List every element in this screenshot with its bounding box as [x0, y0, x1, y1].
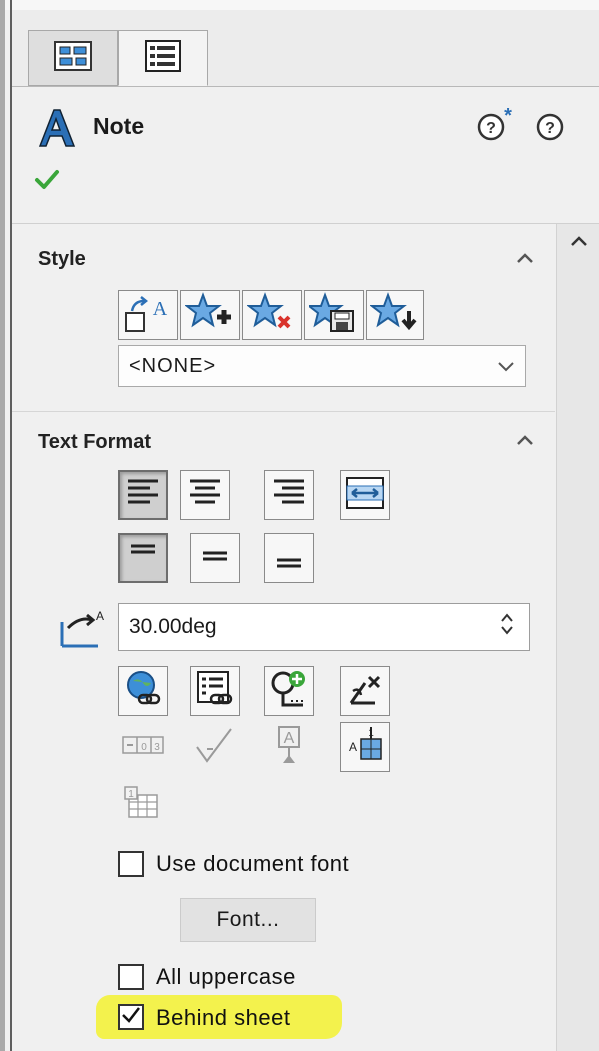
ok-checkmark-icon[interactable]	[34, 168, 60, 195]
insert-hyperlink-button[interactable]	[118, 666, 168, 716]
tab-property-manager[interactable]	[118, 30, 208, 86]
behind-sheet-label: Behind sheet	[156, 1005, 291, 1030]
svg-text:?: ?	[486, 120, 496, 137]
align-top-button[interactable]	[118, 533, 168, 583]
chevron-up-icon	[570, 234, 588, 252]
load-style-icon	[369, 291, 420, 340]
align-right-icon	[271, 477, 307, 514]
all-uppercase-label: All uppercase	[156, 964, 296, 989]
stack-note-icon: A 1	[345, 725, 385, 770]
vertical-scrollbar[interactable]	[556, 224, 599, 1051]
load-style-button[interactable]	[366, 290, 424, 340]
window-left-edge	[0, 0, 5, 1051]
panel-title: Note	[93, 113, 145, 139]
align-top-icon	[125, 540, 161, 577]
insert-gtol-icon: 0 3	[121, 733, 165, 762]
chevron-down-icon	[497, 356, 515, 379]
svg-text:0: 0	[141, 742, 147, 753]
delete-style-button[interactable]	[242, 290, 302, 340]
apply-default-style-icon: A	[122, 291, 174, 340]
insert-hyperlink-icon	[123, 669, 163, 714]
svg-text:A: A	[96, 609, 104, 623]
font-button[interactable]: Font...	[180, 898, 316, 942]
text-format-collapse-button[interactable]	[510, 431, 540, 453]
svg-text:*: *	[504, 108, 512, 127]
align-left-button[interactable]	[118, 470, 168, 520]
style-section-title: Style	[38, 248, 86, 270]
add-symbol-button[interactable]	[264, 666, 314, 716]
align-bottom-icon	[271, 540, 307, 577]
svg-text:?: ?	[545, 120, 555, 137]
add-symbol-icon	[269, 669, 309, 714]
insert-surface-finish-icon	[193, 725, 237, 770]
align-bottom-button[interactable]	[264, 533, 314, 583]
align-center-button[interactable]	[180, 470, 230, 520]
property-manager-icon	[145, 39, 181, 77]
style-select[interactable]: <NONE>	[118, 345, 526, 387]
apply-default-style-button[interactable]: A	[118, 290, 178, 340]
style-select-value: <NONE>	[129, 354, 217, 377]
whats-new-help-icon[interactable]: ? *	[476, 105, 516, 147]
save-style-button[interactable]	[304, 290, 364, 340]
text-angle-value: 30.00deg	[129, 615, 217, 638]
align-left-icon	[125, 477, 161, 514]
add-style-icon	[184, 291, 235, 340]
stack-note-button[interactable]: A 1	[340, 722, 390, 772]
section-divider	[12, 411, 555, 412]
text-angle-icon: A	[58, 608, 108, 653]
insert-gtol-button[interactable]: 0 3	[118, 722, 168, 772]
tab-feature-tree[interactable]	[28, 30, 118, 86]
window-top-strip	[0, 0, 599, 10]
save-style-icon	[306, 291, 359, 340]
insert-datum-feature-button[interactable]: A	[264, 722, 314, 772]
note-a-icon	[36, 108, 76, 153]
text-angle-input[interactable]: 30.00deg	[118, 603, 530, 651]
use-document-font-label: Use document font	[156, 851, 350, 876]
lock-unlock-note-button[interactable]	[340, 666, 390, 716]
use-document-font-checkbox[interactable]	[118, 851, 144, 877]
chevron-up-icon	[516, 433, 534, 451]
insert-datum-feature-icon: A	[269, 723, 309, 772]
link-to-property-button[interactable]	[190, 666, 240, 716]
lock-unlock-note-icon	[345, 669, 385, 714]
text-format-section-title: Text Format	[38, 431, 151, 453]
all-uppercase-checkbox[interactable]	[118, 964, 144, 990]
spinner-arrows-icon	[499, 611, 515, 643]
svg-text:A: A	[153, 298, 168, 320]
svg-text:3: 3	[154, 742, 160, 753]
svg-text:A: A	[284, 730, 295, 747]
scroll-up-button[interactable]	[557, 224, 599, 262]
svg-text:1: 1	[128, 789, 134, 800]
link-to-property-icon	[195, 669, 235, 714]
fit-text-icon	[345, 476, 385, 515]
help-icon[interactable]: ?	[535, 112, 565, 147]
fit-text-button[interactable]	[340, 470, 390, 520]
insert-table-button[interactable]: 1	[118, 780, 168, 830]
svg-text:1: 1	[368, 728, 374, 739]
delete-style-icon	[246, 291, 297, 340]
align-right-button[interactable]	[264, 470, 314, 520]
insert-surface-finish-button[interactable]	[190, 722, 240, 772]
feature-tree-icon	[54, 40, 92, 76]
align-middle-button[interactable]	[190, 533, 240, 583]
align-middle-icon	[197, 540, 233, 577]
add-style-button[interactable]	[180, 290, 240, 340]
chevron-up-icon	[516, 251, 534, 269]
angle-spinner[interactable]	[485, 604, 529, 650]
style-collapse-button[interactable]	[510, 249, 540, 271]
checkmark-icon	[121, 1006, 141, 1029]
align-center-icon	[187, 477, 223, 514]
svg-text:A: A	[349, 740, 357, 754]
behind-sheet-checkbox[interactable]	[118, 1004, 144, 1030]
insert-table-icon: 1	[123, 783, 163, 828]
